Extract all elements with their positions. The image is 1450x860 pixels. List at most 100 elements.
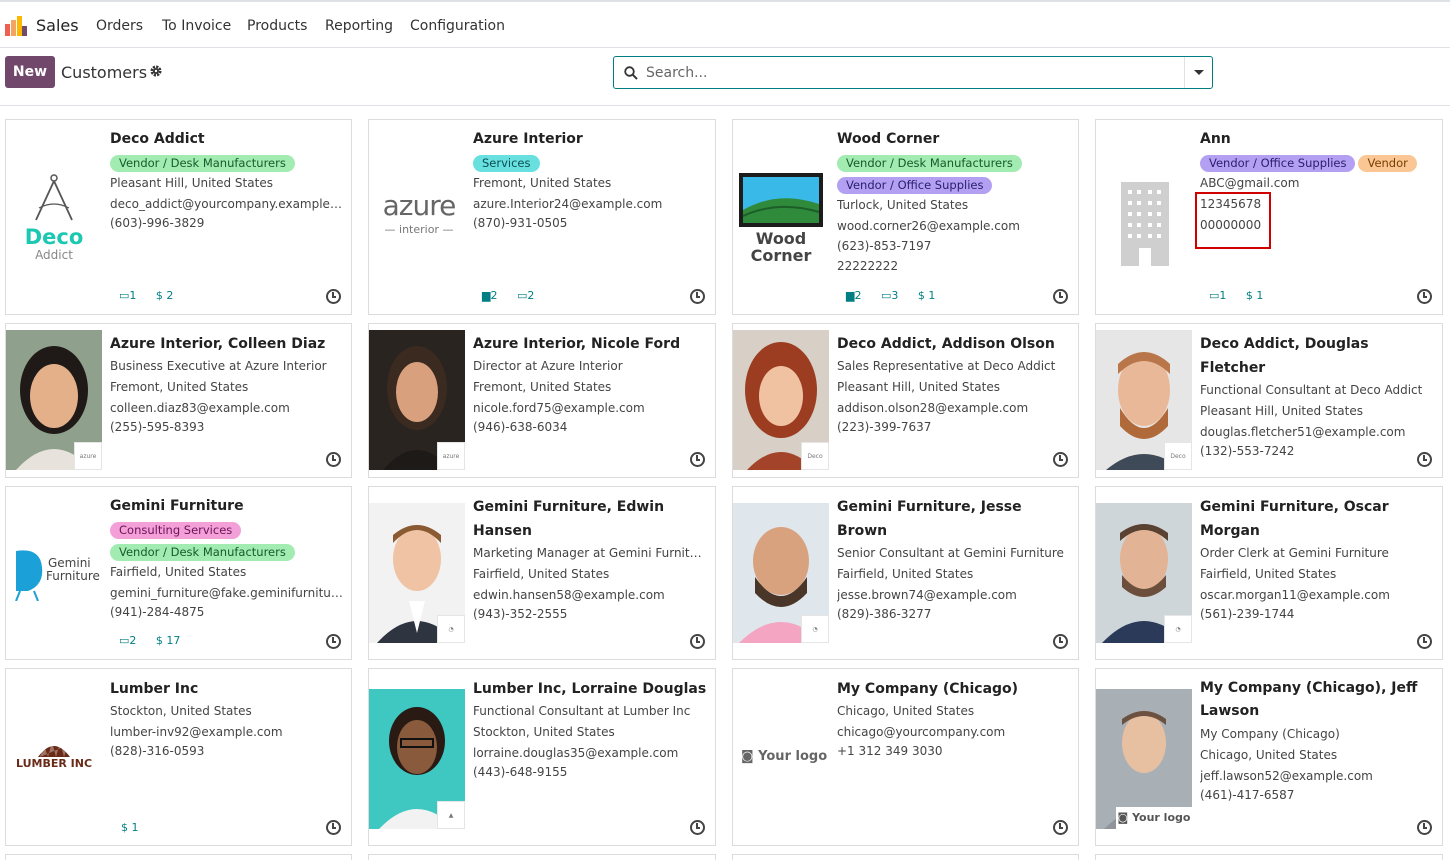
- company-logo: Deco Addict: [6, 160, 102, 270]
- meetings-counter[interactable]: ▭3: [881, 289, 898, 302]
- logo-text: LUMBER INC: [15, 757, 93, 770]
- card-job-title: Senior Consultant at Gemini Furniture: [837, 546, 1064, 560]
- card-job-title: Functional Consultant at Deco Addict: [1200, 383, 1423, 397]
- tag-badge: Consulting Services: [110, 522, 242, 539]
- kanban-card[interactable]: ◙ Your logo My Company (Chicago) Chicago…: [732, 668, 1079, 846]
- card-address: Fremont, United States: [110, 380, 249, 394]
- card-title: Gemini Furniture: [110, 498, 244, 514]
- menu-products[interactable]: Products: [247, 18, 307, 34]
- search-bar[interactable]: [613, 56, 1213, 89]
- meetings-counter[interactable]: ▭1: [1209, 289, 1226, 302]
- sales-counter[interactable]: $ 1: [121, 821, 139, 834]
- card-address: Fairfield, United States: [110, 565, 247, 579]
- meetings-counter[interactable]: ▭2: [119, 634, 136, 647]
- kanban-card[interactable]: azure Azure Interior, Colleen Diaz Busin…: [5, 323, 352, 478]
- search-options-toggle[interactable]: [1184, 57, 1212, 88]
- card-address: Turlock, United States: [837, 198, 969, 212]
- activity-clock-icon[interactable]: [690, 820, 705, 835]
- search-input[interactable]: [646, 63, 1176, 83]
- company-mini-logo: ◙ Your logo: [1116, 807, 1192, 829]
- kanban-card[interactable]: ◔ Gemini Furniture, Jesse Brown Senior C…: [732, 486, 1079, 660]
- sales-counter[interactable]: $ 1: [918, 289, 936, 302]
- activity-clock-icon[interactable]: [326, 634, 341, 649]
- activity-clock-icon[interactable]: [1053, 820, 1068, 835]
- card-job-title: Order Clerk at Gemini Furniture: [1200, 546, 1389, 560]
- tag-badge: Services: [473, 155, 540, 172]
- card-title: Gemini Furniture, Jesse Brown: [837, 499, 1022, 539]
- kanban-card[interactable]: azure — interior — Azure Interior Servic…: [368, 119, 716, 315]
- kanban-card[interactable]: [368, 854, 716, 860]
- card-job-title: Sales Representative at Deco Addict: [837, 359, 1056, 373]
- opportunities-counter[interactable]: ▆2: [482, 289, 497, 302]
- menu-reporting[interactable]: Reporting: [325, 18, 393, 34]
- card-email: lorraine.douglas35@example.com: [473, 746, 679, 760]
- activity-clock-icon[interactable]: [1053, 634, 1068, 649]
- logo-subtext: Furniture: [46, 569, 100, 583]
- kanban-card[interactable]: ◔ Gemini Furniture, Edwin Hansen Marketi…: [368, 486, 716, 660]
- kanban-card[interactable]: Wood Corner Wood Corner Vendor / Desk Ma…: [732, 119, 1079, 315]
- kanban-card[interactable]: [1095, 854, 1443, 860]
- card-email: gemini_furniture@fake.geminifurniture.co…: [110, 586, 345, 600]
- app-name[interactable]: Sales: [36, 16, 79, 35]
- card-title: Gemini Furniture, Oscar Morgan: [1200, 499, 1389, 539]
- kanban-card[interactable]: ◙ Your logo My Company (Chicago), Jeff L…: [1095, 668, 1443, 846]
- kanban-card[interactable]: LUMBER INC Lumber Inc Stockton, United S…: [5, 668, 352, 846]
- card-email: addison.olson28@example.com: [837, 401, 1029, 415]
- menu-orders[interactable]: Orders: [96, 18, 143, 34]
- page-title: Customers: [61, 63, 148, 82]
- activity-clock-icon[interactable]: [690, 289, 705, 304]
- kanban-card[interactable]: Gemini Furniture Gemini Furniture Consul…: [5, 486, 352, 660]
- card-title: Lumber Inc: [110, 681, 199, 697]
- card-address: Pleasant Hill, United States: [110, 176, 273, 190]
- card-mobile: 22222222: [837, 259, 899, 273]
- new-button[interactable]: New: [5, 56, 55, 88]
- menu-to-invoice[interactable]: To Invoice: [162, 18, 231, 34]
- opportunities-counter[interactable]: ▆2: [846, 289, 861, 302]
- meetings-counter[interactable]: ▭2: [517, 289, 534, 302]
- card-email: chicago@yourcompany.com: [837, 725, 1006, 739]
- card-email: lumber-inv92@example.com: [110, 725, 283, 739]
- kanban-card[interactable]: Deco Deco Addict, Douglas Fletcher Funct…: [1095, 323, 1443, 478]
- activity-clock-icon[interactable]: [326, 820, 341, 835]
- company-mini-logo: azure: [437, 442, 465, 470]
- company-mini-logo: ◔: [1164, 615, 1192, 643]
- card-phone: (255)-595-8393: [110, 420, 205, 434]
- company-mini-logo: azure: [74, 442, 102, 470]
- company-logo: ◙ Your logo: [733, 747, 829, 771]
- kanban-card[interactable]: Deco Addict Deco Addict Vendor / Desk Ma…: [5, 119, 352, 315]
- activity-clock-icon[interactable]: [1417, 452, 1432, 467]
- company-mini-logo: ◔: [801, 615, 829, 643]
- card-phone: (132)-553-7242: [1200, 444, 1295, 458]
- kanban-card[interactable]: ◔ Gemini Furniture, Oscar Morgan Order C…: [1095, 486, 1443, 660]
- kanban-card[interactable]: ▲ Lumber Inc, Lorraine Douglas Functiona…: [368, 668, 716, 846]
- activity-clock-icon[interactable]: [690, 452, 705, 467]
- gear-icon[interactable]: [149, 64, 163, 78]
- card-job-title: Business Executive at Azure Interior: [110, 359, 327, 373]
- building-placeholder-icon: [1121, 182, 1169, 266]
- activity-clock-icon[interactable]: [1053, 452, 1068, 467]
- sales-counter[interactable]: $ 1: [1246, 289, 1264, 302]
- activity-clock-icon[interactable]: [1417, 289, 1432, 304]
- activity-clock-icon[interactable]: [1417, 634, 1432, 649]
- contact-avatar: ▲: [369, 689, 465, 829]
- meetings-counter[interactable]: ▭1: [119, 289, 136, 302]
- card-parent-company: My Company (Chicago): [1200, 727, 1340, 741]
- sales-app-icon[interactable]: [5, 16, 27, 36]
- sales-counter[interactable]: $ 17: [156, 634, 181, 647]
- card-email: wood.corner26@example.com: [837, 219, 1020, 233]
- activity-clock-icon[interactable]: [1053, 289, 1068, 304]
- kanban-card[interactable]: [732, 854, 1079, 860]
- kanban-card[interactable]: [5, 854, 352, 860]
- kanban-card[interactable]: azure Azure Interior, Nicole Ford Direct…: [368, 323, 716, 478]
- card-email: deco_addict@yourcompany.example.com: [110, 197, 345, 211]
- activity-clock-icon[interactable]: [326, 452, 341, 467]
- card-title: Deco Addict, Douglas Fletcher: [1200, 336, 1369, 376]
- search-icon: [624, 66, 638, 80]
- kanban-card[interactable]: Deco Deco Addict, Addison Olson Sales Re…: [732, 323, 1079, 478]
- activity-clock-icon[interactable]: [690, 634, 705, 649]
- activity-clock-icon[interactable]: [326, 289, 341, 304]
- sales-counter[interactable]: $ 2: [156, 289, 174, 302]
- menu-configuration[interactable]: Configuration: [410, 18, 505, 34]
- card-job-title: Marketing Manager at Gemini Furniture: [473, 546, 709, 560]
- activity-clock-icon[interactable]: [1417, 820, 1432, 835]
